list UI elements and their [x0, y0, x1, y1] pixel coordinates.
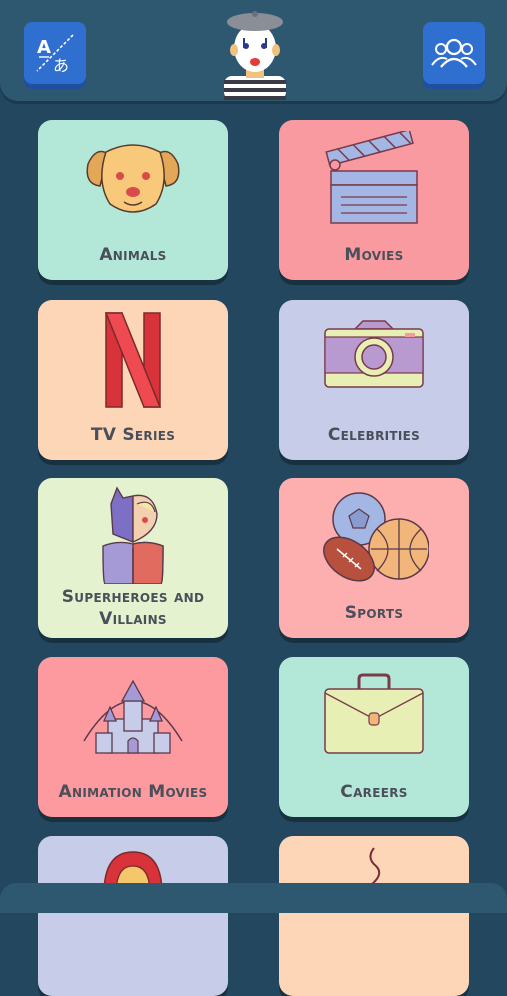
category-card-movies[interactable]: Movies	[279, 120, 469, 280]
category-card-sports[interactable]: Sports	[279, 478, 469, 638]
category-card-animals[interactable]: Animals	[38, 120, 228, 280]
group-button[interactable]	[423, 22, 485, 84]
dog-icon	[38, 120, 228, 238]
top-bar: A あ	[0, 0, 507, 101]
category-label: Celebrities	[327, 425, 421, 445]
castle-icon	[38, 657, 228, 775]
category-card-partial-right[interactable]	[279, 836, 469, 996]
briefcase-icon	[279, 657, 469, 775]
category-card-tv-series[interactable]: TV Series	[38, 300, 228, 460]
category-label: Sports	[344, 603, 404, 623]
sports-balls-icon	[279, 478, 469, 596]
camera-icon	[279, 300, 469, 418]
category-label: Animals	[99, 245, 167, 265]
clapperboard-icon	[279, 120, 469, 238]
svg-text:あ: あ	[53, 56, 69, 75]
category-label: Movies	[344, 245, 404, 265]
category-card-partial-left[interactable]	[38, 836, 228, 996]
category-card-celebrities[interactable]: Celebrities	[279, 300, 469, 460]
bottom-bar	[0, 883, 507, 913]
hero-villain-icon	[38, 478, 228, 590]
category-card-superheroes-and-villains[interactable]: Superheroes and Villains	[38, 478, 228, 638]
category-card-animation-movies[interactable]: Animation Movies	[38, 657, 228, 817]
category-label: Animation Movies	[58, 782, 208, 802]
netflix-logo-icon	[38, 300, 228, 418]
category-card-careers[interactable]: Careers	[279, 657, 469, 817]
translate-button[interactable]: A あ	[24, 22, 86, 84]
group-icon	[431, 38, 477, 68]
category-label: TV Series	[90, 425, 176, 445]
category-label: Superheroes and Villains	[61, 587, 205, 629]
translate-icon: A あ	[36, 34, 74, 75]
svg-text:A: A	[37, 37, 51, 58]
mime-avatar	[216, 8, 294, 100]
category-label: Careers	[340, 782, 408, 802]
